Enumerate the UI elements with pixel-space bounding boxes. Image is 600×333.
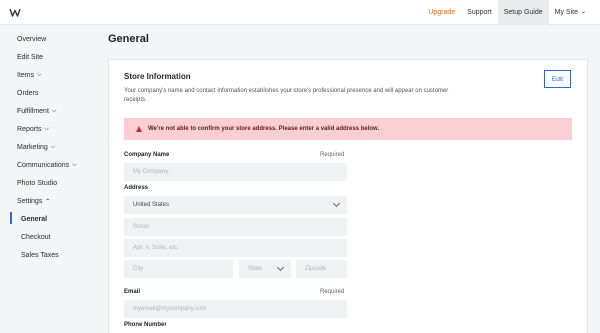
sidebar-item-label: Marketing xyxy=(17,144,48,151)
company-name-label: Company Name xyxy=(124,152,170,158)
sidebar-item-settings[interactable]: Settings ⌃ xyxy=(17,198,50,205)
sidebar-item-label: Communications xyxy=(17,162,70,169)
email-label: Email xyxy=(124,289,141,295)
my-site-menu[interactable]: My Site ⌄ xyxy=(549,0,592,25)
sidebar-item-label: Reports xyxy=(17,126,42,133)
chevron-down-icon: ⌵ xyxy=(72,162,77,168)
sidebar-item-reports[interactable]: Reports ⌵ xyxy=(17,126,49,133)
upgrade-link[interactable]: Upgrade xyxy=(422,0,461,25)
sidebar-item-label: Fulfillment xyxy=(17,108,49,115)
edit-button[interactable]: Edit xyxy=(544,70,571,88)
chevron-up-icon: ⌃ xyxy=(45,199,51,205)
chevron-down-icon xyxy=(332,199,341,208)
sidebar-item-label: General xyxy=(21,216,48,223)
top-bar: Upgrade Support Setup Guide My Site ⌄ xyxy=(0,0,600,25)
street-input[interactable]: Street xyxy=(124,218,347,236)
sidebar-item-general[interactable]: General xyxy=(21,216,47,223)
sidebar-item-marketing[interactable]: Marketing ⌵ xyxy=(17,144,55,151)
zipcode-input[interactable]: Zipcode xyxy=(296,260,347,278)
state-select[interactable]: State xyxy=(239,260,291,278)
sidebar-item-checkout[interactable]: Checkout xyxy=(21,234,51,241)
address-label: Address xyxy=(124,185,149,191)
sidebar-item-label: Checkout xyxy=(21,234,51,241)
chevron-down-icon: ⌄ xyxy=(580,9,586,15)
alert-message: We're not able to confirm your store add… xyxy=(148,126,380,132)
state-placeholder: State xyxy=(248,266,263,272)
city-input[interactable]: City xyxy=(124,260,233,278)
email-input[interactable]: myemail@mycompany.com xyxy=(124,300,347,318)
sidebar-item-label: Sales Taxes xyxy=(21,252,59,259)
phone-number-label: Phone Number xyxy=(124,322,167,328)
company-name-input[interactable]: My Company xyxy=(124,163,347,181)
address-error-alert: We're not able to confirm your store add… xyxy=(124,118,572,140)
setup-guide-button[interactable]: Setup Guide xyxy=(497,0,549,25)
chevron-down-icon: ⌵ xyxy=(44,126,50,132)
country-value: United States xyxy=(133,202,170,208)
country-select[interactable]: United States xyxy=(124,196,347,214)
sidebar-item-label: Items xyxy=(17,72,35,79)
sidebar-item-overview[interactable]: Overview xyxy=(17,36,46,43)
apt-suite-input[interactable]: Apt. #, Suite, etc. xyxy=(124,239,347,257)
email-required: Required xyxy=(320,289,345,295)
chevron-down-icon xyxy=(276,263,285,272)
my-site-label: My Site xyxy=(554,9,578,16)
card-description: Your company's name and contact informat… xyxy=(124,88,449,103)
sidebar-item-label: Overview xyxy=(17,36,47,43)
company-name-required: Required xyxy=(320,152,345,158)
sidebar-item-label: Orders xyxy=(17,90,39,97)
sidebar-item-edit-site[interactable]: Edit Site xyxy=(17,54,43,61)
sidebar-item-label: Edit Site xyxy=(17,54,44,61)
sidebar-item-communications[interactable]: Communications ⌵ xyxy=(17,162,77,169)
store-information-card: Store Information Your company's name an… xyxy=(108,59,588,333)
top-nav: Upgrade Support Setup Guide My Site ⌄ xyxy=(422,0,592,25)
sidebar-item-items[interactable]: Items ⌵ xyxy=(17,72,42,79)
page-title: General xyxy=(108,33,149,45)
support-link[interactable]: Support xyxy=(461,0,498,25)
sidebar-item-label: Photo Studio xyxy=(17,180,58,187)
sidebar: Overview Edit Site Items ⌵ Orders Fulfill… xyxy=(0,26,92,333)
sidebar-item-photo-studio[interactable]: Photo Studio xyxy=(17,180,57,187)
chevron-down-icon: ⌵ xyxy=(50,144,56,150)
sidebar-item-orders[interactable]: Orders xyxy=(17,90,38,97)
card-title: Store Information xyxy=(124,72,191,81)
chevron-down-icon: ⌵ xyxy=(37,72,42,78)
warning-icon xyxy=(136,126,142,132)
sidebar-item-fulfillment[interactable]: Fulfillment ⌵ xyxy=(17,108,56,115)
chevron-down-icon: ⌵ xyxy=(51,108,57,114)
logo-icon[interactable] xyxy=(9,6,21,18)
sidebar-item-label: Settings xyxy=(17,198,43,205)
active-indicator xyxy=(10,212,12,224)
sidebar-item-sales-taxes[interactable]: Sales Taxes xyxy=(21,252,59,259)
